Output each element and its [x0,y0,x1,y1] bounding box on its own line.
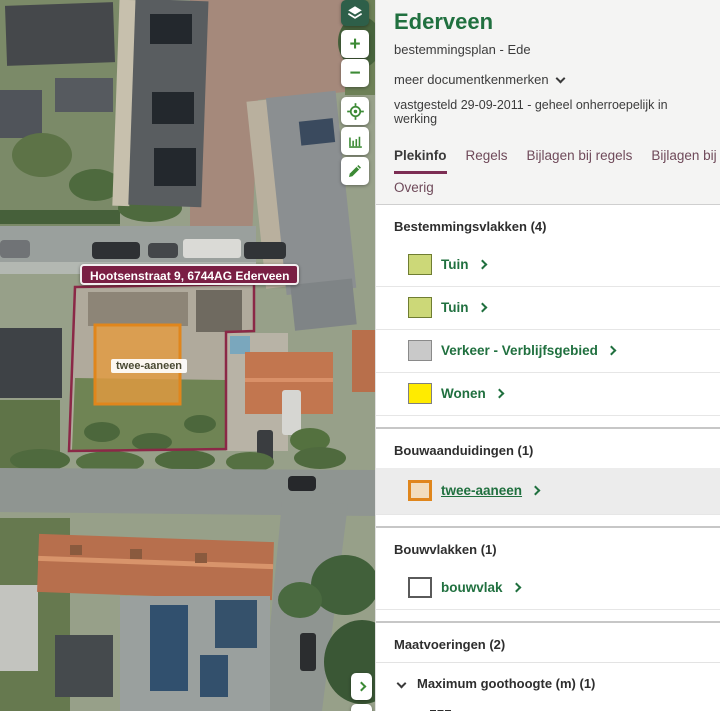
aerial-photo [0,0,375,711]
page-title: Ederveen [394,9,702,35]
layers-button[interactable] [341,0,369,26]
tab-plekinfo[interactable]: Plekinfo [394,144,447,174]
tuin-swatch-icon [408,254,432,275]
tabs-bar: Plekinfo Regels Bijlagen bij regels Bijl… [376,138,720,205]
app-window: Hootsenstraat 9, 6744AG Ederveen twee-aa… [0,0,720,711]
ruler-icon [346,132,365,151]
list-item-tuin-1[interactable]: Tuin [376,244,720,287]
chevron-down-icon [397,679,407,689]
section-divider [376,416,720,429]
zoom-in-button[interactable]: + [341,30,369,58]
measure-button[interactable] [341,127,369,155]
list-item-wonen[interactable]: Wonen [376,373,720,416]
selected-area-label: twee-aaneen [111,359,187,373]
section-divider [376,610,720,623]
chevron-right-icon [494,389,504,399]
group-header-goothoogte[interactable]: Maximum goothoogte (m) (1) [376,663,720,701]
item-label: bouwvlak [441,580,503,595]
verkeer-swatch-icon [408,340,432,361]
item-label: twee-aaneen [441,483,522,498]
tab-overig[interactable]: Overig [394,174,434,204]
bouwvlak-swatch-icon [408,577,432,598]
section-bouwaanduidingen-title: Bouwaanduidingen (1) [376,429,720,468]
layers-icon [346,4,364,22]
more-link-label: meer documentkenmerken [394,72,549,87]
list-item-verkeer[interactable]: Verkeer - Verblijfsgebied [376,330,720,373]
section-divider [376,515,720,528]
plan-subtitle: bestemmingsplan - Ede [394,42,702,57]
tab-bijlagen-bij-toelichting[interactable]: Bijlagen bij toelichting [651,144,720,174]
chevron-right-icon [477,260,487,270]
wonen-swatch-icon [408,383,432,404]
expand-panel-button[interactable] [351,673,372,700]
list-item-twee-aaneen[interactable]: twee-aaneen [376,468,720,515]
section-bouwvlakken-title: Bouwvlakken (1) [376,528,720,567]
zoom-out-button[interactable]: − [341,59,369,87]
more-document-features-link[interactable]: meer documentkenmerken [394,72,564,87]
tab-regels[interactable]: Regels [466,144,508,174]
list-item-bouwvlak[interactable]: bouwvlak [376,567,720,610]
item-label: Wonen [441,386,486,401]
item-label: Verkeer - Verblijfsgebied [441,343,598,358]
minus-icon: − [349,64,360,83]
chevron-right-icon [606,346,616,356]
draw-button[interactable] [341,157,369,185]
tuin-swatch-icon [408,297,432,318]
section-bestemmingsvlakken-title: Bestemmingsvlakken (4) [376,205,720,244]
chevron-right-icon [511,583,521,593]
group-header-label: Maximum goothoogte (m) (1) [417,676,595,691]
plus-icon: + [349,35,360,54]
twee-aaneen-swatch-icon [408,480,432,501]
chevron-right-icon [531,486,541,496]
partial-button[interactable] [351,704,372,711]
plan-status: vastgesteld 29-09-2011 - geheel onherroe… [394,98,702,126]
plan-info-panel: Ederveen bestemmingsplan - Ede meer docu… [375,0,720,711]
list-item-tuin-2[interactable]: Tuin [376,287,720,330]
map-viewport[interactable]: Hootsenstraat 9, 6744AG Ederveen twee-aa… [0,0,375,711]
section-maatvoeringen-title: Maatvoeringen (2) [376,623,720,662]
crosshair-icon [346,102,365,121]
pencil-icon [346,162,364,180]
tab-bijlagen-bij-regels[interactable]: Bijlagen bij regels [527,144,633,174]
address-tooltip: Hootsenstraat 9, 6744AG Ederveen [80,264,299,285]
item-label: Tuin [441,300,469,315]
maatvoering-group-goothoogte: Maximum goothoogte (m) (1) Maximum gooth… [376,662,720,711]
item-label: Tuin [441,257,469,272]
panel-header: Ederveen bestemmingsplan - Ede meer docu… [376,0,720,138]
locate-button[interactable] [341,97,369,125]
chevron-right-icon [357,682,367,692]
chevron-down-icon [555,73,565,83]
chevron-right-icon [477,303,487,313]
list-item-goothoogte[interactable]: Maximum goothoogte (m): 6 [376,701,720,711]
